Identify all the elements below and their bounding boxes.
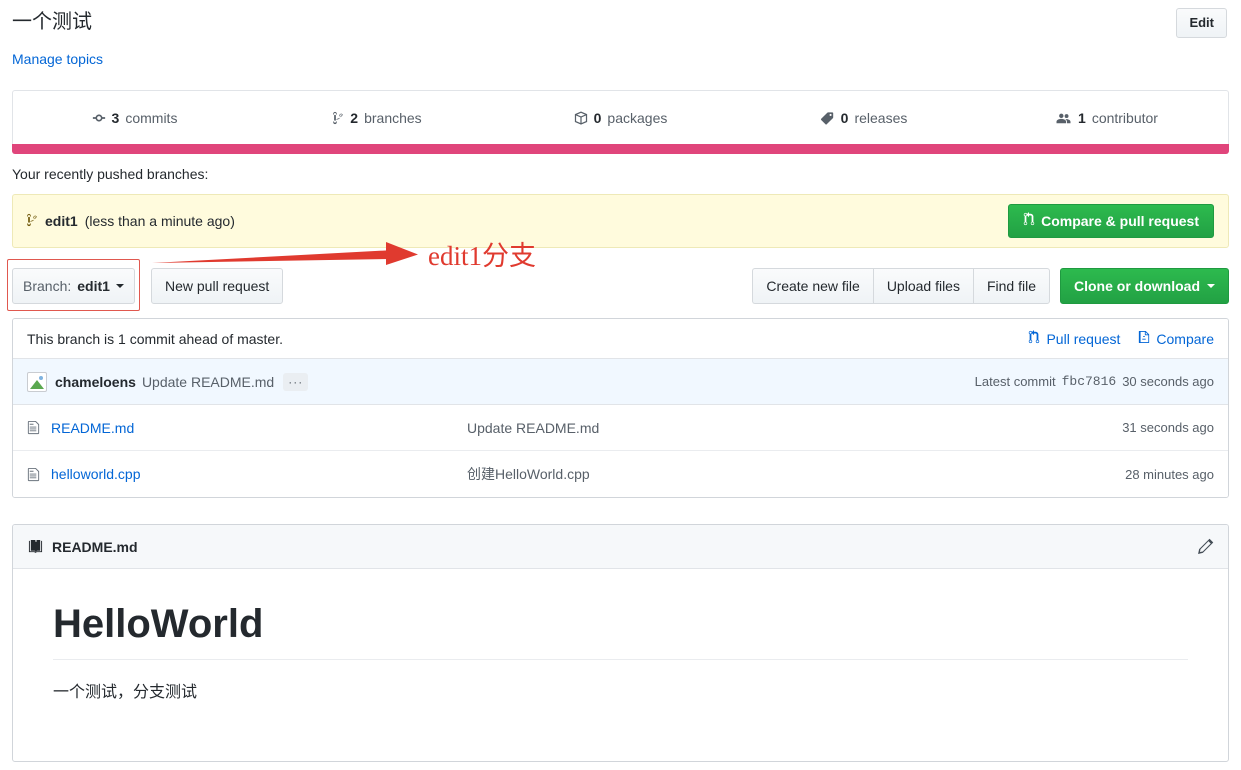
people-icon <box>1055 111 1072 125</box>
summary-item-contributors[interactable]: 1 contributor <box>985 91 1228 144</box>
chevron-down-icon <box>115 284 124 288</box>
readme-header: README.md <box>13 525 1228 569</box>
pushed-branch-time: (less than a minute ago) <box>84 213 235 229</box>
summary-label-contributors: contributor <box>1091 109 1158 126</box>
branch-status-row: This branch is 1 commit ahead of master.… <box>13 319 1228 359</box>
branch-status-text: This branch is 1 commit ahead of master. <box>27 330 283 347</box>
recently-pushed-branch-info: edit1 (less than a minute ago) <box>27 213 235 230</box>
repo-action-buttons: Create new file Upload files Find file C… <box>752 268 1229 304</box>
avatar <box>27 371 47 392</box>
compare-link-label: Compare <box>1156 330 1214 347</box>
language-bar <box>12 144 1229 154</box>
create-new-file-button[interactable]: Create new file <box>752 268 873 304</box>
manage-topics-link[interactable]: Manage topics <box>12 51 103 67</box>
package-icon <box>574 110 588 125</box>
summary-count-packages: 0 <box>593 109 602 126</box>
file-name-link[interactable]: helloworld.cpp <box>47 466 467 482</box>
file-commit-time: 28 minutes ago <box>1125 466 1214 482</box>
pull-request-icon <box>1028 330 1040 347</box>
readme-content: HelloWorld 一个测试，分支测试 <box>13 569 1228 702</box>
table-row[interactable]: helloworld.cpp 创建HelloWorld.cpp 28 minut… <box>13 451 1228 497</box>
summary-item-commits[interactable]: 3 commits <box>13 91 256 144</box>
summary-count-branches: 2 <box>350 109 359 126</box>
repo-header: 一个测试 Manage topics Edit <box>0 0 1241 80</box>
commit-time: 30 seconds ago <box>1122 374 1214 389</box>
commit-icon <box>92 111 106 125</box>
table-row[interactable]: README.md Update README.md 31 seconds ag… <box>13 405 1228 451</box>
clone-label: Clone or download <box>1074 278 1200 294</box>
summary-label-packages: packages <box>607 109 668 126</box>
branch-icon <box>27 213 38 230</box>
file-commit-message[interactable]: Update README.md <box>467 420 1122 436</box>
summary-label-branches: branches <box>364 109 422 126</box>
summary-count-contributors: 1 <box>1078 109 1086 126</box>
file-name-link[interactable]: README.md <box>47 420 467 436</box>
new-pull-request-button[interactable]: New pull request <box>151 268 284 304</box>
readme-panel: README.md HelloWorld 一个测试，分支测试 <box>12 524 1229 762</box>
summary-count-releases: 0 <box>840 109 849 126</box>
repo-summary: 3 commits 2 branches 0 packages 0 releas… <box>12 90 1229 154</box>
edit-button[interactable]: Edit <box>1176 8 1227 38</box>
file-commit-message[interactable]: 创建HelloWorld.cpp <box>467 464 1125 484</box>
pushed-branch-name[interactable]: edit1 <box>45 213 78 229</box>
branch-icon <box>333 111 344 125</box>
branch-current-value: edit1 <box>77 278 110 294</box>
chevron-down-icon <box>1207 284 1215 288</box>
summary-count-commits: 3 <box>111 109 120 126</box>
file-icon <box>27 420 47 435</box>
compare-icon <box>1138 330 1150 347</box>
readme-heading: HelloWorld <box>53 599 1188 660</box>
compare-pr-label: Compare & pull request <box>1041 213 1199 229</box>
file-action-group: Create new file Upload files Find file <box>752 268 1050 304</box>
book-icon <box>27 539 44 554</box>
file-icon <box>27 467 47 482</box>
pull-request-link-label: Pull request <box>1046 330 1121 347</box>
commit-author[interactable]: chameloens <box>55 374 136 390</box>
tag-icon <box>820 111 835 125</box>
summary-label-releases: releases <box>854 109 908 126</box>
compare-link[interactable]: Compare <box>1138 330 1214 347</box>
pull-request-icon <box>1023 212 1035 230</box>
latest-commit-prefix: Latest commit <box>974 374 1056 389</box>
file-list-box: This branch is 1 commit ahead of master.… <box>12 318 1229 498</box>
upload-files-button[interactable]: Upload files <box>872 268 973 304</box>
branch-selector[interactable]: Branch: edit1 <box>12 268 135 304</box>
pencil-icon[interactable] <box>1197 538 1214 555</box>
commit-sha[interactable]: fbc7816 <box>1062 374 1117 389</box>
summary-label-commits: commits <box>125 109 178 126</box>
clone-or-download-button[interactable]: Clone or download <box>1060 268 1229 304</box>
page-title: 一个测试 <box>12 11 92 33</box>
latest-commit-row: chameloens Update README.md ··· Latest c… <box>13 359 1228 405</box>
recently-pushed-banner: edit1 (less than a minute ago) Compare &… <box>12 194 1229 248</box>
pull-request-link[interactable]: Pull request <box>1028 330 1120 347</box>
commit-message[interactable]: Update README.md <box>142 374 274 390</box>
readme-title: README.md <box>52 538 138 555</box>
compare-and-pull-request-button[interactable]: Compare & pull request <box>1008 204 1214 238</box>
repository-page: 一个测试 Manage topics Edit 3 commits 2 bran… <box>0 0 1241 770</box>
summary-item-branches[interactable]: 2 branches <box>256 91 499 144</box>
file-commit-time: 31 seconds ago <box>1122 420 1214 435</box>
summary-item-releases[interactable]: 0 releases <box>742 91 985 144</box>
recently-pushed-label: Your recently pushed branches: <box>12 166 209 182</box>
commit-expand-button[interactable]: ··· <box>283 372 309 391</box>
readme-paragraph: 一个测试，分支测试 <box>53 684 198 701</box>
latest-commit-meta: Latest commit fbc7816 30 seconds ago <box>975 374 1214 389</box>
summary-item-packages[interactable]: 0 packages <box>499 91 742 144</box>
branch-prefix-label: Branch: <box>23 278 72 294</box>
branch-status-links: Pull request Compare <box>1028 330 1214 347</box>
find-file-button[interactable]: Find file <box>972 268 1050 304</box>
repo-toolbar: Branch: edit1 New pull request Create ne… <box>7 259 1229 311</box>
